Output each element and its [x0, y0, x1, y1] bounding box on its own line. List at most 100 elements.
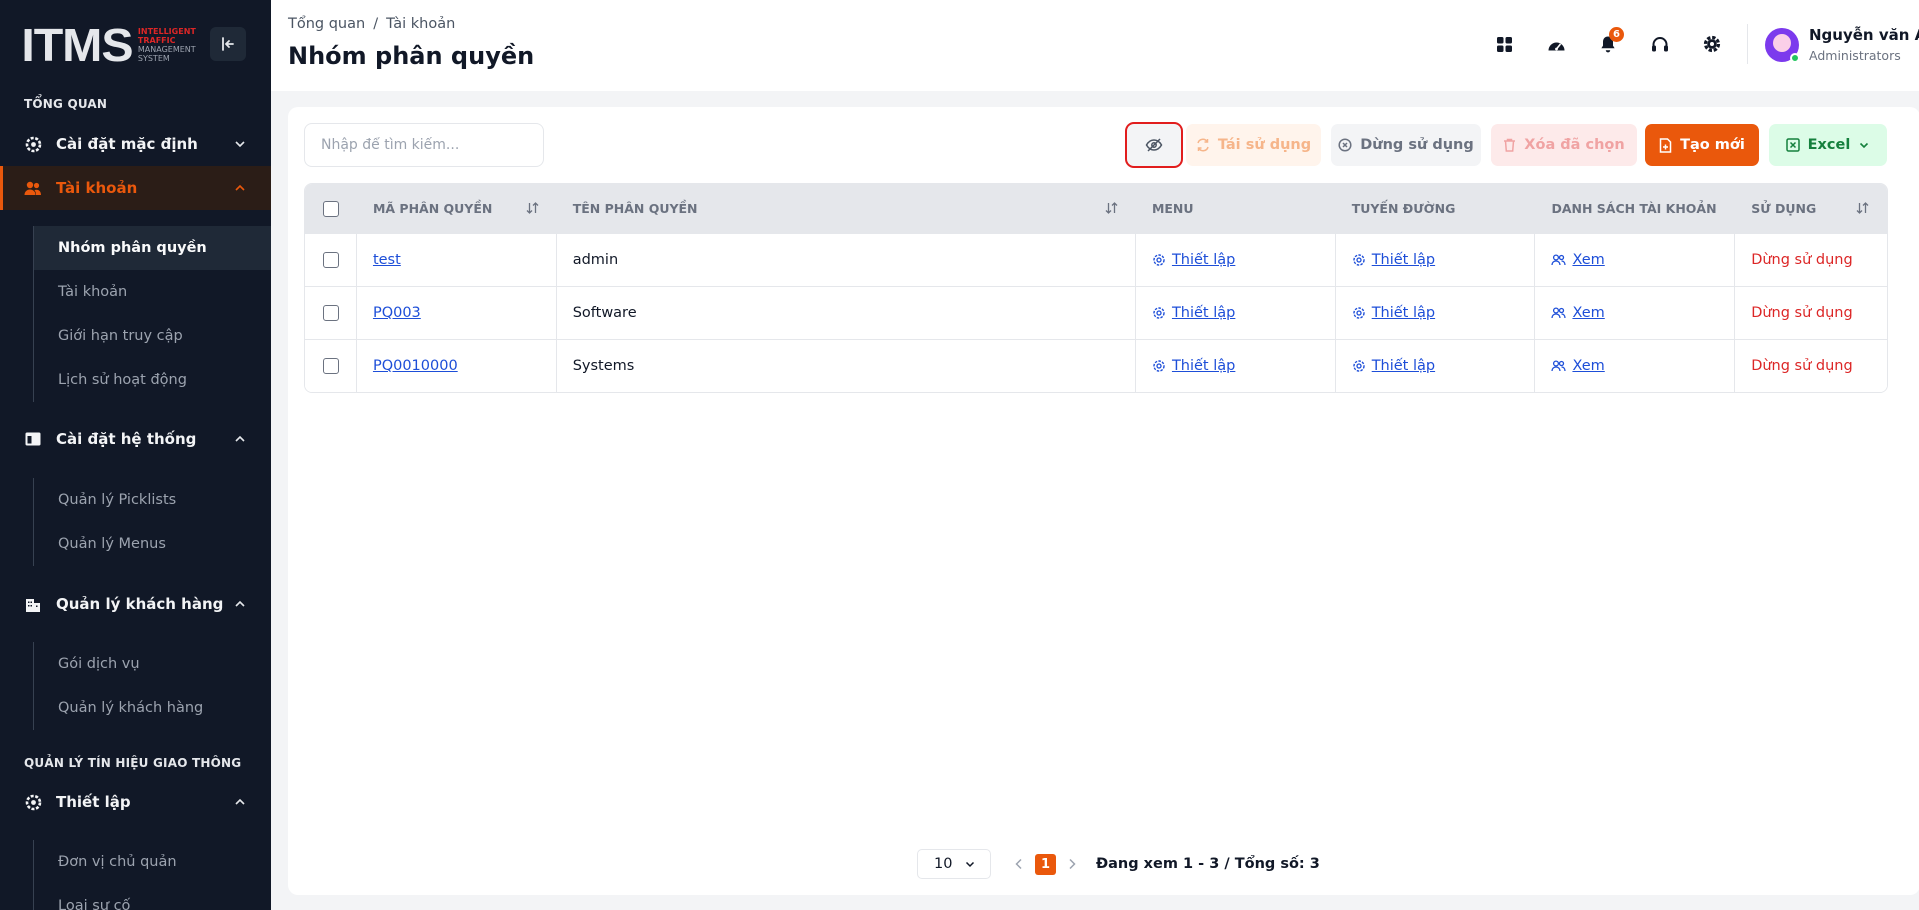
- role-code-link[interactable]: PQ003: [373, 305, 421, 321]
- reuse-button[interactable]: Tái sử dụng: [1186, 124, 1321, 166]
- collapse-sidebar-button[interactable]: [210, 27, 246, 61]
- sidebar-item-access-limit[interactable]: Giới hạn truy cập: [34, 314, 271, 358]
- sidebar-item-menus[interactable]: Quản lý Menus: [34, 522, 271, 566]
- section-traffic-signal: QUẢN LÝ TÍN HIỆU GIAO THÔNG: [24, 756, 242, 770]
- sidebar-submenu-customers: Gói dịch vụ Quản lý khách hàng: [33, 642, 271, 730]
- select-all-checkbox[interactable]: [323, 200, 339, 217]
- route-setup-link[interactable]: Thiết lập: [1352, 252, 1435, 268]
- link-label: Thiết lập: [1171, 305, 1236, 321]
- next-page-button[interactable]: [1064, 858, 1080, 870]
- online-status-dot: [1790, 53, 1800, 63]
- sidebar-item-service-packages[interactable]: Gói dịch vụ: [34, 642, 271, 686]
- sidebar-item-incident-type[interactable]: Loại sự cố: [34, 884, 271, 910]
- apps-grid-button[interactable]: [1490, 30, 1518, 58]
- create-new-button-label: Tạo mới: [1680, 137, 1745, 153]
- notification-badge: 6: [1609, 27, 1624, 42]
- settings-button[interactable]: [1698, 30, 1726, 58]
- row-select-cell: [305, 340, 357, 392]
- page-size-select[interactable]: 10: [917, 849, 991, 879]
- route-setup-link[interactable]: Thiết lập: [1352, 358, 1435, 374]
- menu-cell: Thiết lập: [1136, 340, 1336, 392]
- notifications-button[interactable]: 6: [1594, 27, 1624, 58]
- sidebar-item-activity-history[interactable]: Lịch sử hoạt động: [34, 358, 271, 402]
- toggle-columns-button[interactable]: [1125, 122, 1183, 168]
- chevron-up-icon: [235, 184, 245, 191]
- role-code-link[interactable]: test: [373, 252, 401, 268]
- sidebar-group-account[interactable]: Tài khoản: [0, 166, 271, 210]
- row-checkbox[interactable]: [323, 358, 339, 374]
- excel-icon: [1785, 138, 1800, 152]
- sidebar-group-default-settings[interactable]: Cài đặt mặc định: [0, 122, 271, 166]
- logo-text: ITMS: [21, 19, 133, 71]
- breadcrumb-root[interactable]: Tổng quan: [288, 16, 365, 32]
- accounts-cell: Xem: [1535, 234, 1736, 286]
- gear-outline-icon: [1352, 360, 1365, 372]
- menu-setup-link[interactable]: Thiết lập: [1152, 305, 1235, 321]
- row-checkbox[interactable]: [323, 252, 339, 268]
- sidebar-item-role-groups[interactable]: Nhóm phân quyền: [34, 226, 271, 270]
- menu-setup-link[interactable]: Thiết lập: [1152, 358, 1235, 374]
- logo-sub-line: SYSTEM: [137, 54, 170, 63]
- excel-export-button[interactable]: Excel: [1769, 124, 1887, 166]
- breadcrumb-current[interactable]: Tài khoản: [386, 16, 455, 32]
- chevron-left-icon: [1015, 858, 1022, 870]
- view-accounts-link[interactable]: Xem: [1551, 252, 1605, 268]
- sidebar-group-customers[interactable]: Quản lý khách hàng: [0, 582, 271, 626]
- gear-outline-icon: [1153, 254, 1165, 266]
- chevron-up-icon: [235, 600, 245, 607]
- search-input[interactable]: [304, 123, 544, 167]
- header-role-name[interactable]: TÊN PHÂN QUYỀN: [557, 184, 1136, 233]
- usage-status-cell: Dừng sử dụng: [1751, 252, 1853, 268]
- top-header: Tổng quan / Tài khoản Nhóm phân quyền 6 …: [271, 0, 1919, 91]
- gear-icon: [1703, 35, 1721, 53]
- row-checkbox[interactable]: [323, 305, 339, 321]
- sidebar-item-managing-unit[interactable]: Đơn vị chủ quản: [34, 840, 271, 884]
- sidebar-submenu-setup: Đơn vị chủ quản Loại sự cố: [33, 840, 271, 910]
- support-button[interactable]: [1646, 30, 1674, 58]
- sidebar-item-accounts[interactable]: Tài khoản: [34, 270, 271, 314]
- delete-selected-button[interactable]: Xóa đã chọn: [1491, 124, 1637, 166]
- logo-sub-line: TRAFFIC: [137, 36, 176, 45]
- header-label: DANH SÁCH TÀI KHOẢN: [1551, 201, 1717, 216]
- brand-logo[interactable]: ITMS INTELLIGENT TRAFFIC MANAGEMENT SYST…: [21, 19, 195, 71]
- dashboard-button[interactable]: [1542, 30, 1570, 58]
- sort-icon[interactable]: [526, 202, 539, 214]
- window-icon: [24, 430, 42, 448]
- role-code-link[interactable]: PQ0010000: [373, 358, 458, 374]
- header-role-code[interactable]: MÃ PHÂN QUYỀN: [357, 184, 557, 233]
- sidebar-item-customer-management[interactable]: Quản lý khách hàng: [34, 686, 271, 730]
- route-setup-link[interactable]: Thiết lập: [1352, 305, 1435, 321]
- close-circle-icon: [1338, 138, 1352, 152]
- building-icon: [24, 595, 42, 613]
- user-role: Administrators: [1809, 48, 1901, 63]
- page-number-current[interactable]: 1: [1035, 853, 1056, 875]
- users-outline-icon: [1551, 254, 1567, 266]
- sidebar-item-picklists[interactable]: Quản lý Picklists: [34, 478, 271, 522]
- view-accounts-link[interactable]: Xem: [1551, 358, 1605, 374]
- create-new-button[interactable]: Tạo mới: [1645, 124, 1759, 166]
- prev-page-button[interactable]: [1011, 858, 1027, 870]
- sidebar-group-setup[interactable]: Thiết lập: [0, 780, 271, 824]
- sort-icon[interactable]: [1856, 202, 1869, 214]
- sidebar-submenu-system: Quản lý Picklists Quản lý Menus: [33, 478, 271, 566]
- role-code-cell: PQ003: [357, 287, 557, 339]
- view-accounts-link[interactable]: Xem: [1551, 305, 1605, 321]
- page-size-value: 10: [934, 856, 953, 872]
- sidebar-submenu-account: Nhóm phân quyền Tài khoản Giới hạn truy …: [33, 226, 271, 402]
- header-usage[interactable]: SỬ DỤNG: [1735, 184, 1887, 233]
- delete-selected-button-label: Xóa đã chọn: [1524, 137, 1625, 153]
- sort-icon[interactable]: [1105, 202, 1118, 214]
- sidebar-group-label: Tài khoản: [56, 179, 138, 197]
- accounts-cell: Xem: [1535, 340, 1736, 392]
- usage-status-cell: Dừng sử dụng: [1751, 358, 1853, 374]
- row-select-cell: [305, 234, 357, 286]
- sidebar-group-label: Cài đặt hệ thống: [56, 430, 197, 448]
- sidebar-group-system-settings[interactable]: Cài đặt hệ thống: [0, 417, 271, 461]
- reuse-button-label: Tái sử dụng: [1217, 137, 1312, 153]
- stop-using-button[interactable]: Dừng sử dụng: [1331, 124, 1481, 166]
- excel-export-button-label: Excel: [1807, 137, 1851, 153]
- stop-using-button-label: Dừng sử dụng: [1360, 137, 1474, 153]
- user-name[interactable]: Nguyễn văn A: [1809, 26, 1919, 44]
- route-cell: Thiết lập: [1336, 340, 1536, 392]
- menu-setup-link[interactable]: Thiết lập: [1152, 252, 1235, 268]
